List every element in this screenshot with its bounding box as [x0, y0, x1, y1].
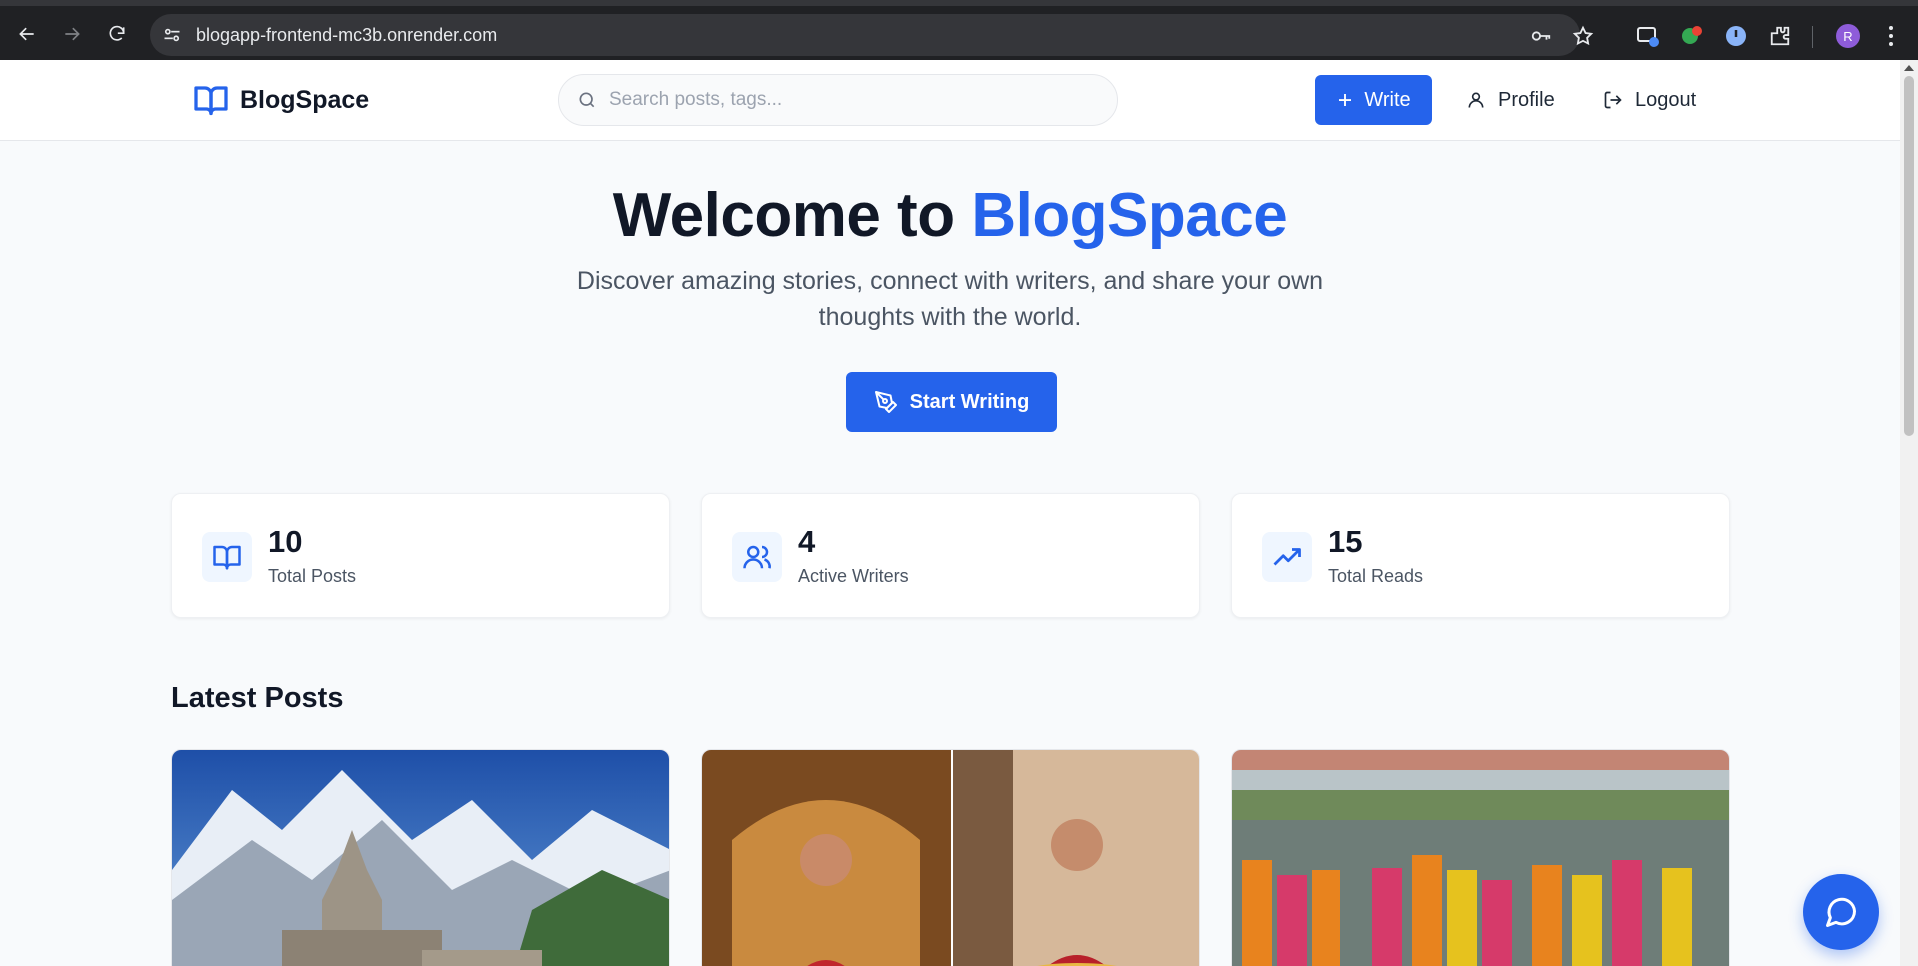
- url-text[interactable]: blogapp-frontend-mc3b.onrender.com: [196, 25, 497, 46]
- book-open-icon: [194, 86, 228, 116]
- book-open-icon: [202, 532, 252, 582]
- latest-posts-heading: Latest Posts: [171, 682, 344, 714]
- stat-card-active-writers: 4 Active Writers: [701, 493, 1200, 618]
- page-viewport: BlogSpace Write Profile Logout Welcome t…: [0, 60, 1900, 966]
- start-writing-label: Start Writing: [909, 390, 1030, 413]
- extension-icon[interactable]: [1767, 23, 1793, 49]
- start-writing-button[interactable]: Start Writing: [846, 372, 1057, 432]
- hero-subtitle: Discover amazing stories, connect with w…: [576, 267, 1324, 331]
- logout-label: Logout: [1635, 88, 1697, 111]
- password-key-icon[interactable]: [1530, 25, 1552, 47]
- plus-icon: [1339, 94, 1352, 106]
- post-card[interactable]: [1231, 749, 1730, 966]
- chat-button[interactable]: [1803, 874, 1879, 950]
- message-circle-icon: [1826, 897, 1857, 927]
- brand-link[interactable]: BlogSpace: [192, 82, 369, 118]
- write-label: Write: [1364, 88, 1411, 111]
- logout-icon: [1604, 91, 1622, 109]
- write-button[interactable]: Write: [1315, 75, 1432, 125]
- timer-extension-icon[interactable]: [1723, 23, 1749, 49]
- post-card[interactable]: [171, 749, 670, 966]
- bookmark-star-icon[interactable]: [1572, 25, 1594, 47]
- stat-label: Active Writers: [798, 566, 909, 586]
- scrollbar-thumb[interactable]: [1904, 76, 1914, 436]
- reload-icon[interactable]: [103, 20, 131, 48]
- search-input[interactable]: [609, 75, 1099, 125]
- back-icon[interactable]: [13, 20, 41, 48]
- browser-toolbar: blogapp-frontend-mc3b.onrender.com R: [0, 0, 1918, 60]
- profile-avatar[interactable]: R: [1835, 23, 1861, 49]
- users-icon: [732, 532, 782, 582]
- stat-value: 10: [268, 524, 303, 559]
- stat-value: 4: [798, 524, 816, 559]
- page-scrollbar[interactable]: [1900, 60, 1918, 966]
- trending-up-icon: [1262, 532, 1312, 582]
- menu-kebab-icon[interactable]: [1878, 23, 1904, 49]
- profile-initial: R: [1836, 24, 1860, 48]
- address-bar[interactable]: blogapp-frontend-mc3b.onrender.com: [150, 14, 1594, 56]
- hero-title-prefix: Welcome to: [612, 181, 972, 250]
- site-settings-icon[interactable]: [162, 25, 182, 45]
- post-cover-image: [172, 750, 669, 966]
- search-icon: [579, 92, 595, 108]
- stat-card-total-reads: 15 Total Reads: [1231, 493, 1730, 618]
- forward-icon[interactable]: [58, 20, 86, 48]
- hero-title: Welcome to BlogSpace: [0, 180, 1900, 251]
- profile-label: Profile: [1498, 88, 1555, 111]
- post-cover-image: [1232, 750, 1729, 966]
- scroll-up-arrow-icon[interactable]: [1904, 65, 1914, 71]
- hero-title-accent: BlogSpace: [971, 181, 1288, 250]
- stat-card-total-posts: 10 Total Posts: [171, 493, 670, 618]
- grammar-extension-icon[interactable]: [1679, 23, 1705, 49]
- stat-label: Total Posts: [268, 566, 357, 586]
- search-box[interactable]: [558, 74, 1118, 126]
- logout-link[interactable]: Logout: [1603, 75, 1696, 125]
- cast-extension-icon[interactable]: [1635, 23, 1661, 49]
- profile-link[interactable]: Profile: [1466, 75, 1555, 125]
- pen-tool-icon: [874, 391, 897, 413]
- brand-name: BlogSpace: [240, 85, 370, 114]
- user-icon: [1468, 92, 1484, 108]
- post-card[interactable]: [701, 749, 1200, 966]
- toolbar-divider: [1812, 26, 1813, 48]
- stat-label: Total Reads: [1328, 566, 1424, 586]
- post-cover-image: [702, 750, 1199, 966]
- site-header: BlogSpace Write Profile Logout: [0, 60, 1900, 141]
- stat-value: 15: [1328, 524, 1363, 559]
